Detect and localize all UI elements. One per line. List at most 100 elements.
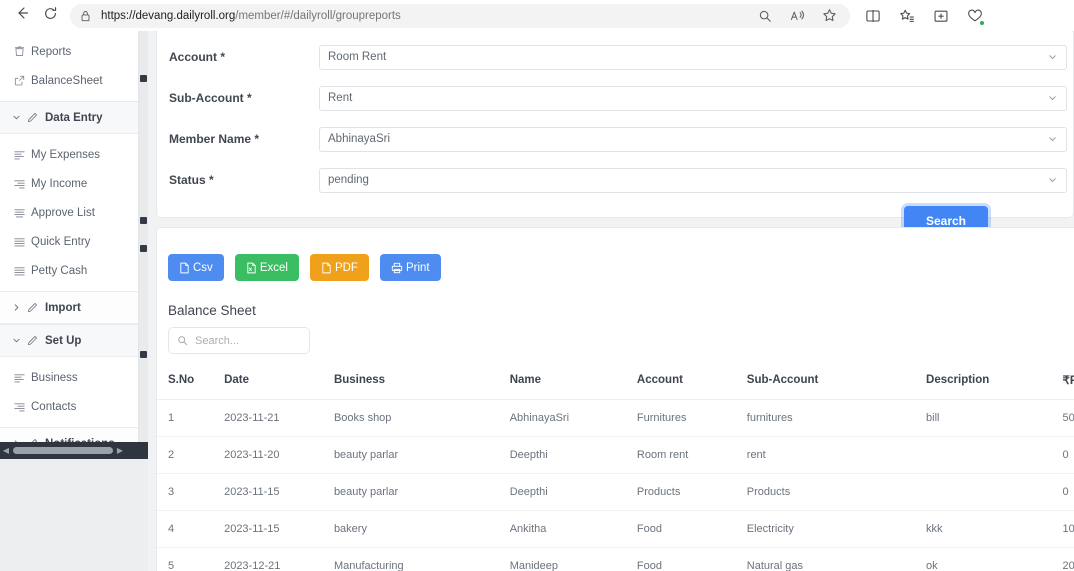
sidebar-item-my-income[interactable]: My Income (0, 172, 138, 195)
sidebar-item-business[interactable]: Business (0, 366, 138, 389)
chevron-down-icon (1048, 176, 1057, 185)
col-name[interactable]: Name (509, 367, 637, 400)
sidebar-item-petty-cash[interactable]: Petty Cash (0, 259, 138, 282)
table-row[interactable]: 5 2023-12-21 Manufacturing Manideep Food… (157, 547, 1074, 571)
table-row[interactable]: 2 2023-11-20 beauty parlar Deepthi Room … (157, 436, 1074, 474)
reload-icon (43, 6, 58, 26)
export-pdf-button[interactable]: PDF (309, 254, 369, 281)
sidebar-group-items-data-entry: My Expenses My Income Approve List Quick… (0, 134, 138, 291)
chevron-down-icon (1048, 135, 1057, 144)
export-csv-button[interactable]: Csv (168, 254, 224, 281)
cell-date: 2023-11-21 (224, 399, 334, 437)
cell-date: 2023-11-15 (224, 510, 334, 548)
export-buttons: Csv Excel PDF Print (157, 254, 1074, 281)
cell-description (926, 473, 1063, 511)
print-button[interactable]: Print (379, 254, 441, 281)
sidebar-item-label: Reports (31, 45, 72, 58)
form-row-status: Status * pending (157, 164, 1073, 196)
cell-business: bakery (333, 510, 510, 548)
browser-essentials-icon[interactable] (966, 7, 985, 26)
sidebar-item-contacts[interactable]: Contacts (0, 395, 138, 418)
cell-account: Furnitures (636, 399, 747, 437)
sidebar-group-data-entry[interactable]: Data Entry (0, 101, 138, 134)
pencil-icon (27, 335, 45, 346)
sidebar-group-import[interactable]: Import (0, 291, 138, 324)
cell-account: Room rent (636, 436, 747, 474)
sub-account-label: Sub-Account * (169, 91, 319, 105)
sidebar-top-links: Reports BalanceSheet (0, 40, 138, 101)
favorite-star-icon[interactable] (820, 7, 838, 25)
label-text: Sub-Account (169, 91, 244, 105)
cell-sno: 2 (157, 436, 225, 474)
account-value: Room Rent (328, 51, 387, 63)
sidebar-item-label: Petty Cash (31, 264, 88, 277)
sidebar-item-balancesheet[interactable]: BalanceSheet (0, 69, 138, 92)
list-icon (14, 237, 31, 247)
sidebar-group-label: Data Entry (45, 111, 103, 124)
pencil-icon (27, 302, 45, 313)
archive-icon (14, 46, 31, 57)
read-aloud-icon[interactable] (788, 7, 806, 25)
sidebar-item-my-expenses[interactable]: My Expenses (0, 143, 138, 166)
reload-button[interactable] (36, 2, 64, 30)
member-name-select[interactable]: AbhinayaSri (319, 126, 1067, 152)
cell-sub-account: Products (746, 473, 927, 511)
sidebar-horizontal-scrollbar[interactable]: ◀ ▶ (0, 442, 148, 459)
table-row[interactable]: 1 2023-11-21 Books shop AbhinayaSri Furn… (157, 399, 1074, 437)
form-row-account: Account * Room Rent (157, 41, 1073, 73)
address-bar[interactable]: https://devang.dailyroll.org/member/#/da… (70, 3, 850, 28)
sub-account-value: Rent (328, 92, 353, 104)
account-select[interactable]: Room Rent (319, 44, 1067, 70)
sidebar-item-reports[interactable]: Reports (0, 40, 138, 63)
scroll-right-arrow-icon[interactable]: ▶ (114, 446, 126, 455)
export-excel-button[interactable]: Excel (234, 254, 299, 281)
search-placeholder: Search... (195, 334, 240, 347)
col-paid[interactable]: ₹Paid (1062, 367, 1074, 400)
main-content: Account * Room Rent Sub-Account * Rent M… (148, 31, 1074, 571)
cell-name: Deepthi (509, 436, 637, 474)
cell-account: Food (636, 510, 747, 548)
scroll-left-arrow-icon[interactable]: ◀ (0, 446, 12, 455)
search-icon[interactable] (756, 7, 774, 25)
list-icon (14, 266, 31, 276)
scroll-tick (140, 75, 147, 82)
status-value: pending (328, 174, 369, 186)
table-row[interactable]: 4 2023-11-15 bakery Ankitha Food Electri… (157, 510, 1074, 548)
scroll-thumb[interactable] (13, 447, 113, 454)
required-marker: * (209, 173, 214, 187)
col-business[interactable]: Business (333, 367, 510, 400)
sub-account-select[interactable]: Rent (319, 85, 1067, 111)
account-label: Account * (169, 50, 319, 64)
col-sub-account[interactable]: Sub-Account (746, 367, 927, 400)
col-account[interactable]: Account (636, 367, 747, 400)
col-description[interactable]: Description (926, 367, 1063, 400)
sidebar-group-notifications[interactable]: Notifications (0, 427, 138, 442)
col-sno[interactable]: S.No (157, 367, 225, 400)
cell-description (926, 436, 1063, 474)
sidebar-vertical-scrollbar[interactable] (139, 31, 148, 442)
favorites-list-icon[interactable] (898, 7, 916, 25)
col-date[interactable]: Date (224, 367, 334, 400)
external-link-icon (14, 75, 31, 86)
scroll-tick (140, 245, 147, 252)
table-row[interactable]: 3 2023-11-15 beauty parlar Deepthi Produ… (157, 473, 1074, 511)
form-row-sub-account: Sub-Account * Rent (157, 82, 1073, 114)
cell-business: Manufacturing (333, 547, 510, 571)
back-button[interactable] (8, 2, 36, 30)
chevron-down-icon (1048, 94, 1057, 103)
member-name-label: Member Name * (169, 132, 319, 146)
cell-name: Manideep (509, 547, 637, 571)
table-search-input[interactable]: Search... (168, 327, 310, 354)
sidebar-item-quick-entry[interactable]: Quick Entry (0, 230, 138, 253)
cell-sno: 3 (157, 473, 225, 511)
list-icon (14, 402, 31, 412)
chevron-down-icon (1048, 53, 1057, 62)
sidebar-item-approve-list[interactable]: Approve List (0, 201, 138, 224)
sidebar-item-label: Quick Entry (31, 235, 91, 248)
sidebar-group-set-up[interactable]: Set Up (0, 324, 138, 357)
split-screen-icon[interactable] (864, 7, 882, 25)
cell-description: bill (926, 399, 1063, 437)
status-select[interactable]: pending (319, 167, 1067, 193)
collections-icon[interactable] (932, 7, 950, 25)
required-marker: * (220, 50, 226, 64)
